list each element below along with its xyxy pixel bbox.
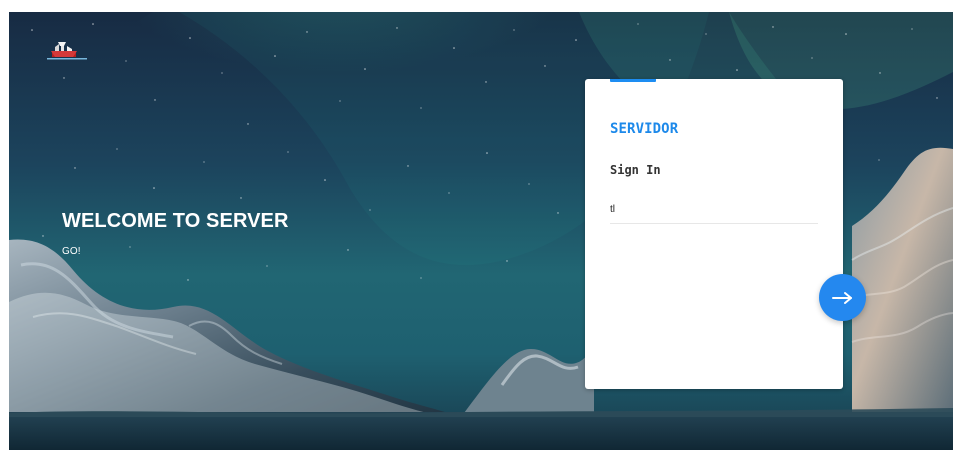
welcome-title: WELCOME TO SERVER <box>62 210 289 232</box>
username-field-container <box>610 197 818 224</box>
ship-logo-icon <box>47 38 87 62</box>
arrow-right-icon <box>831 291 852 304</box>
welcome-subtitle: GO! <box>62 246 81 257</box>
login-card: SERVIDOR Sign In <box>585 79 843 389</box>
brand-title: SERVIDOR <box>610 121 679 137</box>
username-input[interactable] <box>610 200 818 220</box>
card-top-accent <box>610 79 656 82</box>
sign-in-submit-button[interactable] <box>819 274 866 321</box>
sign-in-heading: Sign In <box>610 163 661 177</box>
login-page: WELCOME TO SERVER GO! SERVIDOR Sign In <box>0 0 953 450</box>
